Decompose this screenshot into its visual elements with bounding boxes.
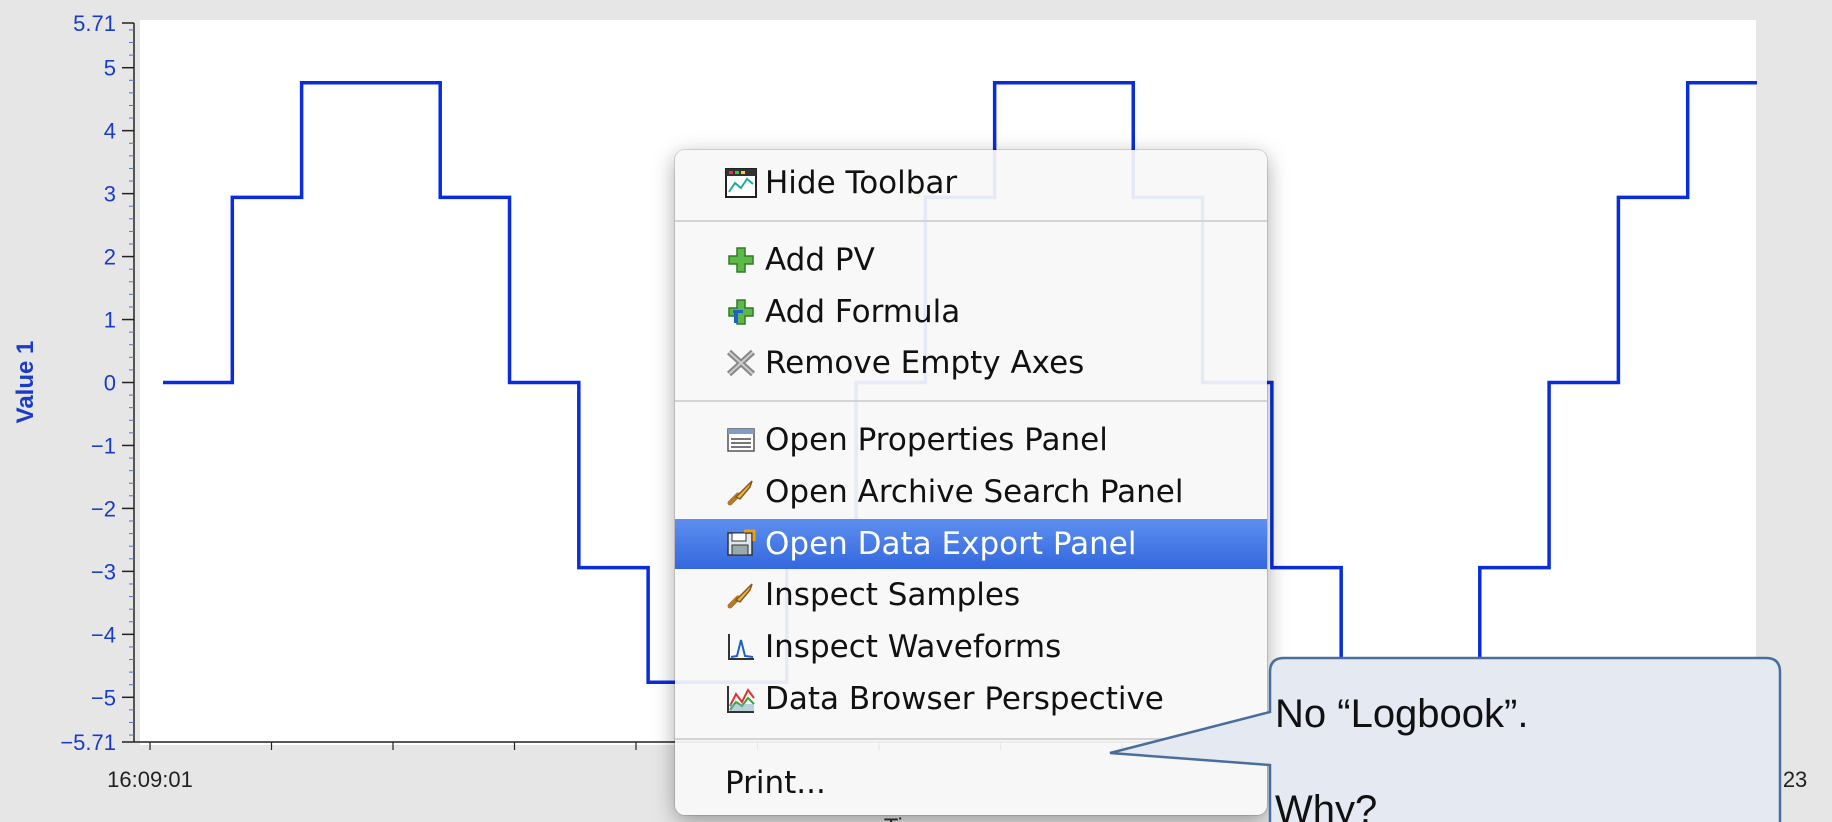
y-tick-label: 0 xyxy=(104,371,116,396)
y-tick-label: −4 xyxy=(91,622,116,647)
menu-item-label: Print... xyxy=(725,765,826,801)
y-tick-label: 5 xyxy=(104,56,116,81)
callout-line-1: No “Logbook”. xyxy=(1275,692,1529,736)
callout-line-2: Why? xyxy=(1275,788,1378,822)
y-tick-label: 4 xyxy=(104,119,116,144)
menu-item-remove-empty-axes[interactable]: Remove Empty Axes xyxy=(675,338,1267,388)
menu-item-label: Remove Empty Axes xyxy=(765,345,1085,381)
x-tick-label: 16:09:01 xyxy=(107,767,193,792)
y-axis-label: Value 1 xyxy=(12,341,39,424)
remove-axes-icon xyxy=(725,347,757,379)
toolbar-icon xyxy=(725,167,757,199)
menu-item-inspect-samples[interactable]: Inspect Samples xyxy=(675,570,1267,620)
perspective-icon xyxy=(725,683,757,715)
add-formula-icon xyxy=(725,296,757,328)
menu-item-label: Open Archive Search Panel xyxy=(765,474,1184,510)
x-axis-label: Time xyxy=(884,814,936,822)
y-tick-label: 3 xyxy=(104,182,116,207)
y-tick-label: 5.71 xyxy=(73,11,116,36)
menu-separator xyxy=(675,400,1267,402)
waveform-icon xyxy=(725,631,757,663)
y-tick-label: 1 xyxy=(104,308,116,333)
y-tick-label: −5 xyxy=(91,685,116,710)
properties-panel-icon xyxy=(725,424,757,456)
menu-item-open-data-export-panel[interactable]: Open Data Export Panel xyxy=(675,519,1267,569)
y-axis: 5.71 5 4 3 2 1 0 −1 −2 −3 −4 −5 −5.71 xyxy=(60,11,135,755)
inspect-samples-icon xyxy=(725,579,757,611)
menu-item-add-formula[interactable]: Add Formula xyxy=(675,287,1267,337)
menu-separator xyxy=(675,220,1267,222)
archive-search-icon xyxy=(725,476,757,508)
y-tick-label: −2 xyxy=(91,496,116,521)
y-tick-label: 2 xyxy=(104,245,116,270)
menu-item-hide-toolbar[interactable]: Hide Toolbar xyxy=(675,158,1267,208)
menu-item-label: Open Properties Panel xyxy=(765,422,1108,458)
menu-item-label: Open Data Export Panel xyxy=(765,526,1137,562)
menu-item-open-properties-panel[interactable]: Open Properties Panel xyxy=(675,415,1267,465)
menu-item-label: Add PV xyxy=(765,242,875,278)
menu-item-label: Add Formula xyxy=(765,294,961,330)
add-pv-icon xyxy=(725,244,757,276)
data-export-icon xyxy=(725,528,757,560)
y-tick-label: −5.71 xyxy=(60,730,116,755)
menu-item-label: Inspect Waveforms xyxy=(765,629,1062,665)
callout-text: No “Logbook”. Why? xyxy=(1275,690,1775,822)
menu-item-open-archive-search-panel[interactable]: Open Archive Search Panel xyxy=(675,467,1267,517)
menu-item-label: Hide Toolbar xyxy=(765,165,958,201)
menu-item-label: Inspect Samples xyxy=(765,577,1021,613)
y-tick-label: −3 xyxy=(91,559,116,584)
menu-item-add-pv[interactable]: Add PV xyxy=(675,235,1267,285)
y-tick-label: −1 xyxy=(91,433,116,458)
